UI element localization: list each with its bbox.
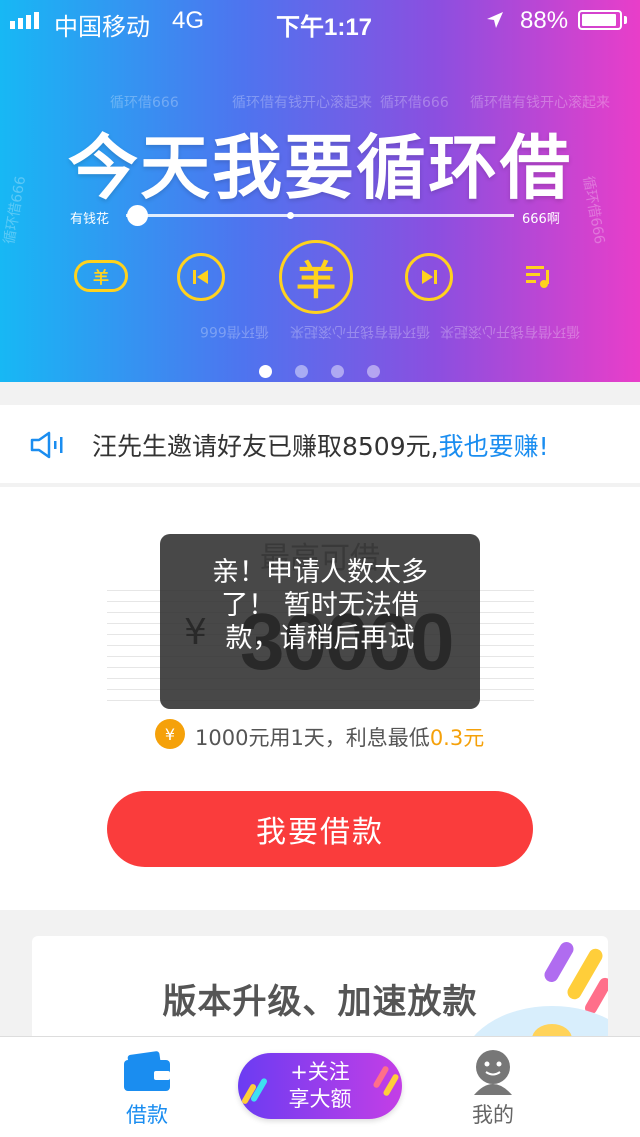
status-bar: 中国移动 4G 下午1:17 88%	[0, 0, 640, 41]
location-arrow-icon	[487, 12, 503, 28]
tab-mine[interactable]: 我的	[458, 1047, 528, 1131]
carousel-dot-1[interactable]	[259, 365, 272, 378]
battery-tip	[624, 16, 627, 24]
yuan-coin-symbol: ¥	[164, 724, 176, 744]
banner-watermark: 循环借有钱开心滚起来	[232, 95, 372, 111]
invite-notice-bar[interactable]: 汪先生邀请好友已赚取8509元,我也要赚!	[0, 405, 640, 483]
yuan-coin-icon: ¥	[155, 719, 185, 749]
carousel-dot-3[interactable]	[331, 365, 344, 378]
battery-icon	[578, 10, 622, 30]
slider-left-label: 有钱花	[70, 212, 110, 227]
banner-watermark: 循环借有钱开心滚起来	[470, 95, 610, 111]
banner-watermark: 循环借666	[380, 95, 449, 111]
play-yuan-icon: 羊	[279, 240, 353, 314]
next-track-icon	[405, 253, 453, 301]
banner-watermark: 循环借有钱开心滚起来	[290, 323, 430, 339]
battery-level	[582, 14, 616, 26]
battery-percent: 88%	[520, 7, 569, 34]
interest-info: 1000元用1天，利息最低0.3元	[195, 722, 484, 752]
slider-right-label: 666啊	[522, 212, 560, 227]
carousel-dot-4[interactable]	[367, 365, 380, 378]
tab-borrow[interactable]: 借款	[112, 1047, 182, 1131]
loop-icon-symbol: 羊	[92, 268, 109, 287]
interest-info-text: 1000元用1天，利息最低	[195, 726, 430, 750]
tab-mine-label: 我的	[472, 1103, 514, 1127]
promo-banner-carousel[interactable]: 循环借666 循环借有钱开心滚起来 循环借666 循环借有钱开心滚起来 循环借6…	[0, 0, 640, 382]
wallet-icon	[124, 1051, 170, 1091]
carousel-dot-2[interactable]	[295, 365, 308, 378]
play-yuan-symbol: 羊	[296, 258, 336, 304]
previous-track-icon	[177, 253, 225, 301]
user-avatar-icon	[474, 1050, 512, 1095]
bottom-tab-bar: 借款 +关注 享大额 我的	[0, 1036, 640, 1137]
invite-message: 汪先生邀请好友已赚取8509元,	[92, 432, 439, 461]
carrier-name: 中国移动	[54, 14, 150, 41]
tab-borrow-label: 借款	[126, 1103, 168, 1127]
clock: 下午1:17	[276, 14, 373, 41]
signal-icon	[10, 12, 39, 29]
follow-button[interactable]: +关注 享大额	[238, 1053, 402, 1119]
invite-earn-link[interactable]: 我也要赚!	[439, 432, 549, 461]
speaker-icon	[30, 431, 63, 459]
music-progress-thumb[interactable]	[127, 205, 148, 226]
banner-watermark: 循环借666	[200, 323, 269, 339]
music-progress-track	[126, 214, 514, 217]
loop-icon: 羊	[74, 260, 128, 292]
previous-icon-glyph	[193, 270, 208, 284]
banner-title: 今天我要循环借	[68, 127, 572, 209]
borrow-button[interactable]: 我要借款	[107, 791, 533, 867]
error-toast: 亲！申请人数太多了！ 暂时无法借款，请稍后再试	[160, 534, 480, 709]
banner-watermark: 循环借666	[110, 95, 179, 111]
follow-label-line1: +关注	[290, 1060, 350, 1084]
music-progress-marker	[287, 212, 294, 219]
playlist-icon	[526, 266, 549, 288]
invite-notice-text: 汪先生邀请好友已赚取8509元,我也要赚!	[92, 427, 549, 463]
banner-watermark: 循环借有钱开心滚起来	[440, 323, 580, 339]
toast-message: 亲！申请人数太多了！ 暂时无法借款，请稍后再试	[212, 557, 428, 654]
interest-rate: 0.3元	[429, 726, 485, 750]
follow-label-line2: 享大额	[288, 1087, 352, 1111]
next-icon-glyph	[422, 270, 437, 284]
network-type: 4G	[172, 7, 205, 34]
